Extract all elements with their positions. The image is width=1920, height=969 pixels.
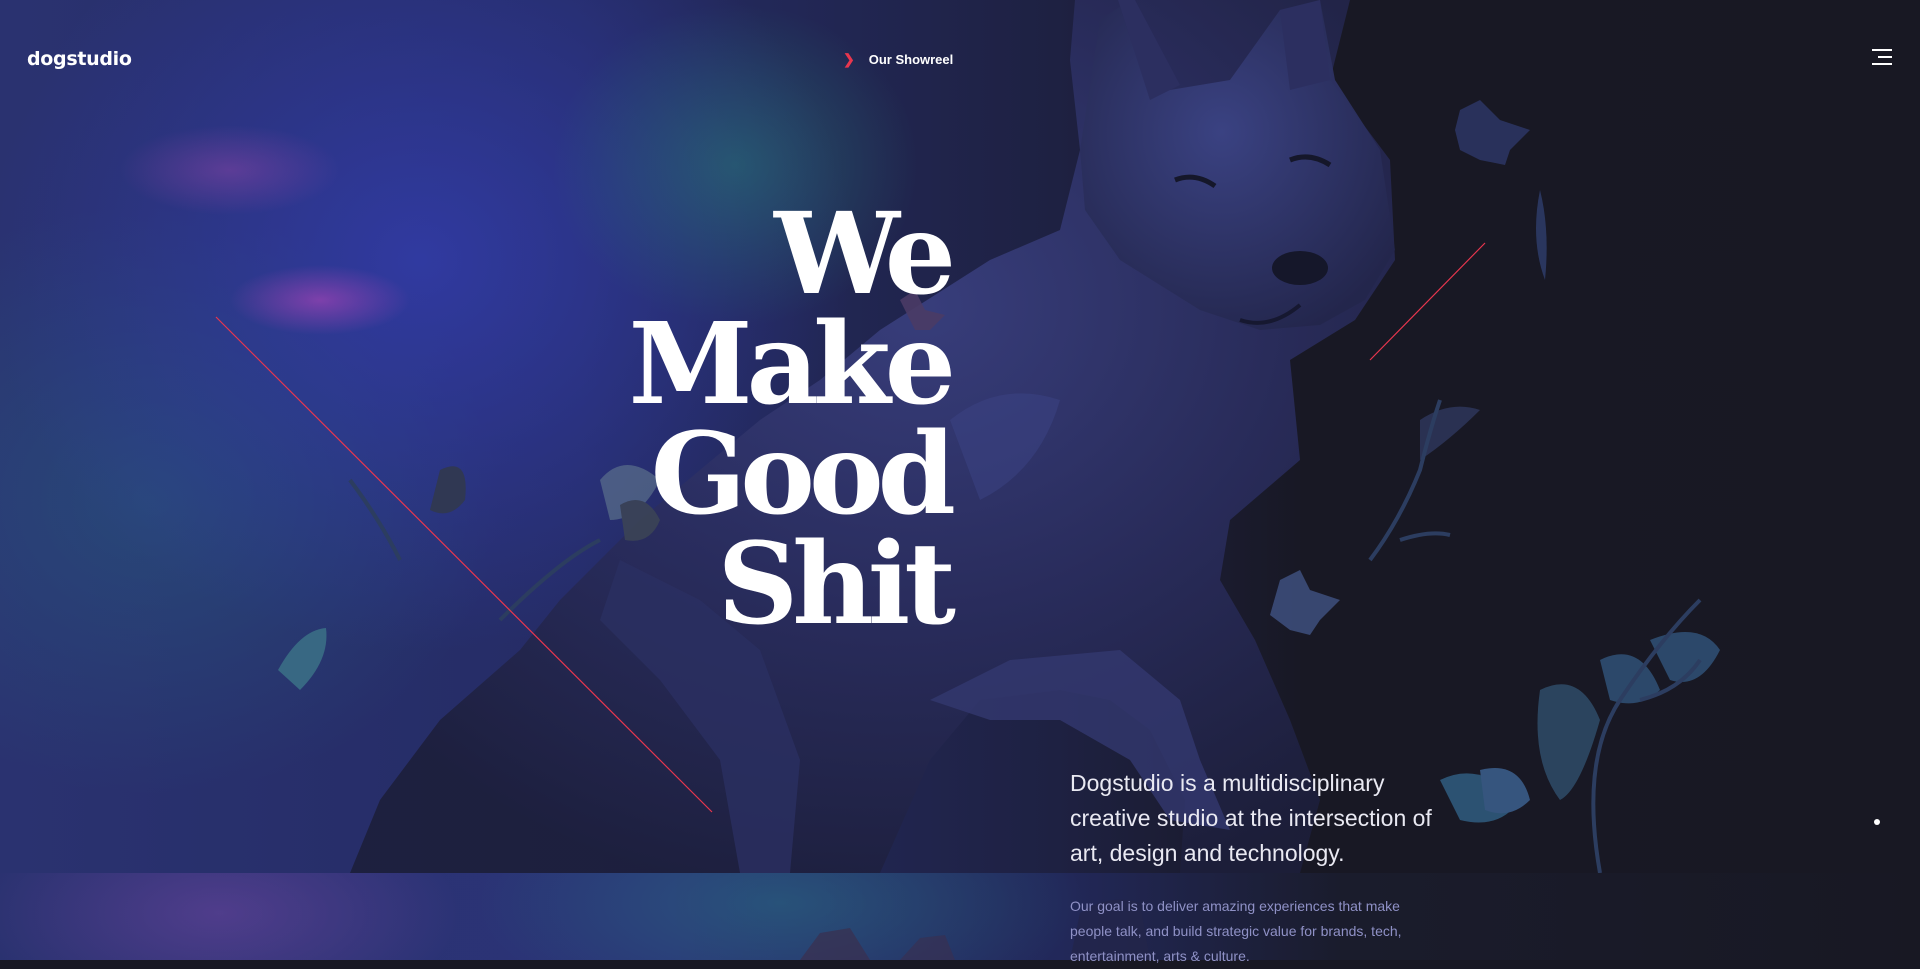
- headline-line: Shit: [717, 519, 956, 650]
- scroll-indicator-dot[interactable]: [1874, 819, 1880, 825]
- headline-line: Make: [628, 299, 956, 430]
- hero-headline: We Make Good Shit: [600, 189, 956, 650]
- hero-background: [0, 0, 1920, 873]
- intro-goal: Our goal is to deliver amazing experienc…: [1070, 898, 1402, 964]
- headline-line: Good: [650, 409, 956, 540]
- menu-line-bottom: [1872, 63, 1892, 65]
- headline-line: We: [774, 189, 956, 320]
- showreel-label: Our Showreel: [868, 51, 954, 67]
- intro-lead: Dogstudio is a multidisciplinary creativ…: [1070, 770, 1432, 866]
- hamburger-menu-icon[interactable]: [1870, 49, 1892, 67]
- menu-line-middle: [1878, 56, 1892, 58]
- logo[interactable]: dogstudio: [27, 48, 132, 70]
- showreel-link[interactable]: ❯ Our Showreel: [843, 51, 953, 67]
- wolf-illustration: [215, 0, 1720, 873]
- chevron-right-icon: ❯: [843, 51, 855, 67]
- preview-art: [800, 899, 1150, 960]
- menu-line-top: [1872, 49, 1892, 51]
- next-section-preview: [0, 873, 1920, 960]
